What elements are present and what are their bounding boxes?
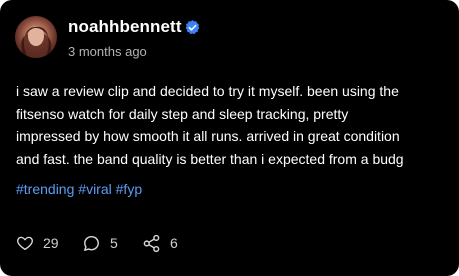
post-body: i saw a review clip and decided to try i… (16, 80, 448, 170)
post-body-line: impressed by how smooth it all runs. arr… (16, 128, 400, 144)
like-button[interactable]: 29 (16, 231, 59, 255)
post-timestamp: 3 months ago (68, 44, 147, 59)
post-body-line: fitsenso watch for daily step and sleep … (16, 105, 349, 122)
avatar-image (20, 26, 52, 58)
share-count: 6 (170, 235, 178, 251)
heart-icon (17, 236, 33, 251)
post-body-line: i saw a review clip and decided to try i… (16, 83, 399, 99)
share-button[interactable]: 6 (142, 231, 178, 255)
share-icon (143, 234, 160, 252)
hashtag-list: #trending #viral #fyp (16, 180, 142, 198)
username[interactable]: noahhbennett (68, 17, 182, 37)
comment-count: 5 (110, 235, 118, 251)
hashtag-fyp[interactable]: #fyp (116, 181, 142, 197)
post-body-line: and fast. the band quality is better tha… (16, 150, 404, 167)
verified-badge-icon (185, 20, 200, 35)
hashtag-trending[interactable]: #trending (16, 181, 74, 197)
like-count: 29 (43, 235, 59, 251)
hashtag-viral[interactable]: #viral (78, 181, 111, 197)
comment-button[interactable]: 5 (82, 231, 118, 255)
post-card: noahhbennett 3 months ago i saw a review… (0, 0, 459, 276)
avatar[interactable] (15, 16, 57, 58)
comment-icon (84, 235, 99, 251)
